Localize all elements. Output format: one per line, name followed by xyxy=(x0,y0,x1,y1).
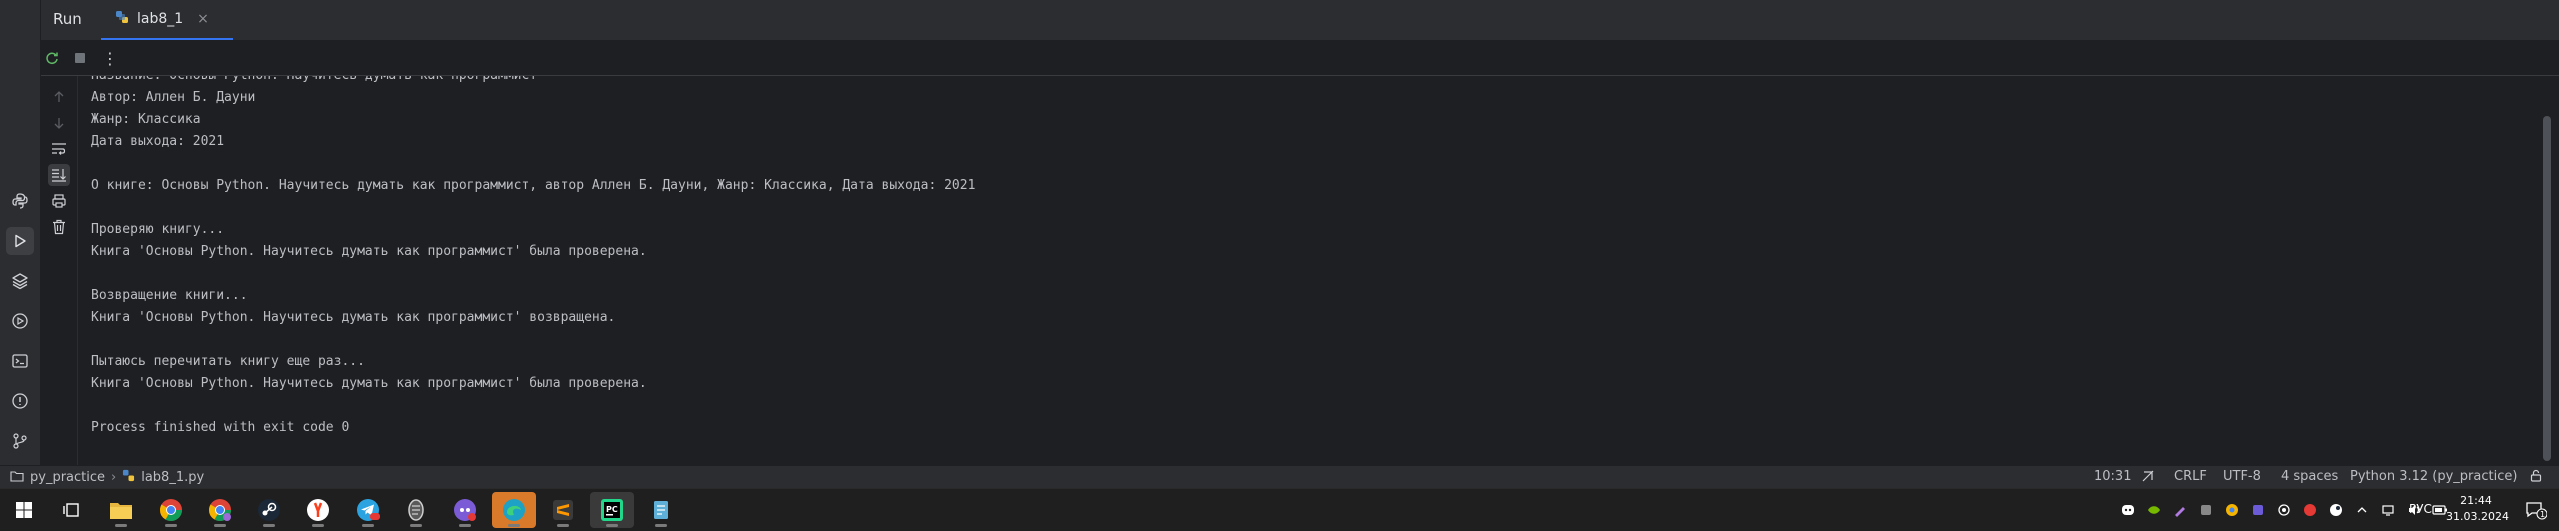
system-tray xyxy=(2115,489,2453,531)
console-line: Process finished with exit code 0 xyxy=(91,420,350,435)
pycharm-icon[interactable]: PC xyxy=(590,492,634,528)
git-icon[interactable] xyxy=(6,427,34,455)
tab-lab8-1[interactable]: lab8_1 × xyxy=(101,0,233,40)
console-line: Жанр: Классика xyxy=(91,112,201,127)
microsoft-edge-icon[interactable] xyxy=(492,492,536,528)
arrow-up-icon[interactable] xyxy=(48,86,70,108)
breadcrumb-separator: › xyxy=(111,470,117,485)
terminal-icon[interactable] xyxy=(6,347,34,375)
line-separator[interactable]: CRLF xyxy=(2174,469,2207,484)
clock-date: 31.03.2024 xyxy=(2446,510,2509,523)
system-clock[interactable]: 21:44 31.03.2024 xyxy=(2446,493,2509,525)
camera-tray-icon[interactable] xyxy=(2275,501,2293,519)
edge-tray-icon[interactable] xyxy=(2301,501,2319,519)
console-line: Книга 'Основы Python. Научитесь думать к… xyxy=(91,376,647,391)
input-language[interactable]: РУС xyxy=(2409,502,2432,516)
notepad-icon[interactable] xyxy=(639,492,683,528)
console-line: Автор: Аллен Б. Дауни xyxy=(91,90,256,105)
windows-taskbar: PC РУС 21:44 31.03.2024 1 xyxy=(0,488,2559,531)
python-file-icon xyxy=(115,10,129,28)
breadcrumb-project[interactable]: py_practice xyxy=(30,470,105,485)
console-line: Возвращение книги... xyxy=(91,288,248,303)
notification-count: 1 xyxy=(2540,510,2545,519)
tool-window-header: Run lab8_1 × xyxy=(41,0,2559,41)
caret-position[interactable]: 10:31 xyxy=(2094,469,2131,484)
breadcrumb: py_practice › lab8_1.py xyxy=(10,469,204,486)
console-line: Название: Основы Python. Научитесь думат… xyxy=(91,76,537,87)
layers-icon[interactable] xyxy=(6,267,34,295)
more-options-icon[interactable]: ⋮ xyxy=(100,48,120,68)
python-console-icon[interactable] xyxy=(6,187,34,215)
stop-icon[interactable] xyxy=(70,48,90,68)
sublime-text-icon[interactable] xyxy=(541,492,585,528)
telegram-icon[interactable] xyxy=(346,492,390,528)
console-line: О книге: Основы Python. Научитесь думать… xyxy=(91,178,976,193)
discord-tray-icon[interactable] xyxy=(2119,501,2137,519)
run-toolbar: ⋮ xyxy=(41,41,2559,76)
console-line: Проверяю книгу... xyxy=(91,222,225,237)
console-line: Книга 'Основы Python. Научитесь думать к… xyxy=(91,310,616,325)
nvidia-icon[interactable] xyxy=(2145,501,2163,519)
yandex-browser-icon[interactable] xyxy=(296,492,340,528)
tool-window-title: Run xyxy=(53,10,82,28)
scroll-to-end-icon[interactable] xyxy=(48,164,70,186)
sync-tray-icon[interactable] xyxy=(2249,501,2267,519)
arrow-down-icon[interactable] xyxy=(48,112,70,134)
discord-icon[interactable] xyxy=(443,492,487,528)
trash-icon[interactable] xyxy=(48,216,70,238)
python-interpreter[interactable]: Python 3.12 (py_practice) xyxy=(2350,469,2517,484)
chrome-tray-icon[interactable] xyxy=(2223,501,2241,519)
windows-start-icon[interactable] xyxy=(2,492,46,528)
pen-tray-icon[interactable] xyxy=(2171,501,2189,519)
tab-label: lab8_1 xyxy=(137,11,184,27)
steam-tray-icon[interactable] xyxy=(2327,501,2345,519)
scrollbar-thumb[interactable] xyxy=(2543,116,2551,461)
console-line: Пытаюсь перечитать книгу еще раз... xyxy=(91,354,365,369)
svg-text:PC: PC xyxy=(606,505,618,514)
console-output[interactable]: Название: Основы Python. Научитесь думат… xyxy=(78,76,2535,465)
notifications-icon[interactable]: 1 xyxy=(2514,492,2558,528)
left-tool-strip xyxy=(0,0,41,465)
console-scrollbar[interactable] xyxy=(2535,76,2559,465)
readonly-toggle-icon[interactable] xyxy=(2141,469,2155,487)
lock-icon[interactable] xyxy=(2529,469,2543,487)
services-icon[interactable] xyxy=(6,307,34,335)
problems-icon[interactable] xyxy=(6,387,34,415)
soft-wrap-icon[interactable] xyxy=(48,138,70,160)
indent-setting[interactable]: 4 spaces xyxy=(2281,469,2338,484)
python-file-icon xyxy=(122,469,135,486)
console-line: Книга 'Основы Python. Научитесь думать к… xyxy=(91,244,647,259)
print-icon[interactable] xyxy=(48,190,70,212)
task-view-icon[interactable] xyxy=(50,492,94,528)
steam-icon[interactable] xyxy=(247,492,291,528)
network-icon[interactable] xyxy=(2379,501,2397,519)
run-tool-icon[interactable] xyxy=(6,227,34,255)
close-icon[interactable]: × xyxy=(197,11,209,27)
chrome-profile-icon[interactable] xyxy=(198,492,242,528)
rerun-icon[interactable] xyxy=(42,48,62,68)
chevron-up-icon[interactable] xyxy=(2353,501,2371,519)
status-bar: py_practice › lab8_1.py 10:31 CRLF UTF-8… xyxy=(0,465,2559,489)
chrome-icon[interactable] xyxy=(149,492,193,528)
file-encoding[interactable]: UTF-8 xyxy=(2223,469,2261,484)
console-line: Дата выхода: 2021 xyxy=(91,134,225,149)
app-tray-icon[interactable] xyxy=(2197,501,2215,519)
notes-app-icon[interactable] xyxy=(394,492,438,528)
console-actions xyxy=(41,76,78,465)
breadcrumb-file[interactable]: lab8_1.py xyxy=(141,470,204,485)
clock-time: 21:44 xyxy=(2460,494,2492,507)
file-explorer-icon[interactable] xyxy=(99,492,143,528)
folder-icon xyxy=(10,470,24,486)
